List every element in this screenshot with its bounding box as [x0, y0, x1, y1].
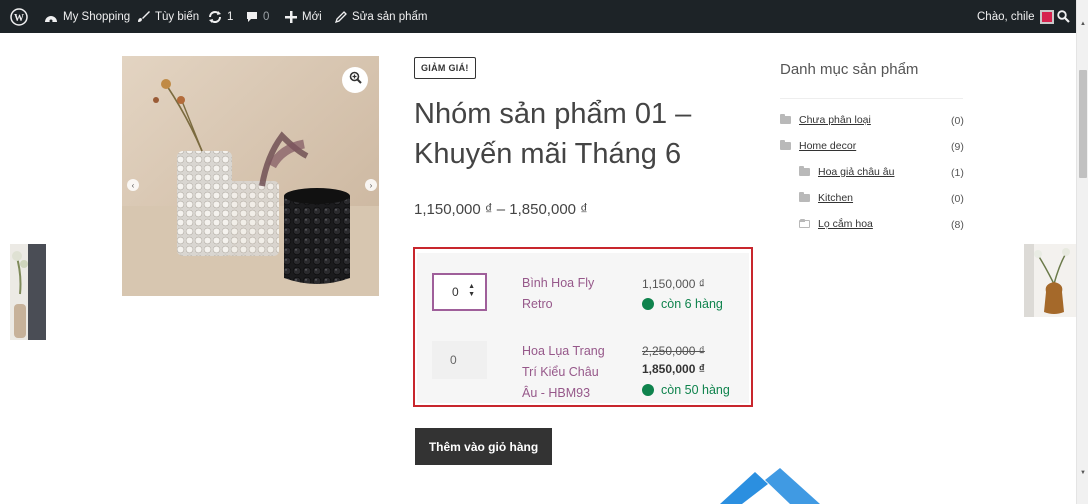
category-item[interactable]: Lọ cắm hoa	[799, 218, 873, 230]
smiley-icon	[642, 384, 654, 396]
folder-icon	[799, 166, 810, 176]
customize-label: Tùy biến	[155, 10, 200, 23]
grouped-product-table: 0 ▲ ▼ Bình Hoa Fly Retro 1,150,000 ₫ còn …	[413, 247, 753, 407]
new-content-link[interactable]: Mới	[285, 0, 322, 33]
scrollbar-thumb[interactable]	[1079, 70, 1087, 178]
zoom-icon	[349, 71, 362, 89]
greeting-label: Chào, chile	[977, 10, 1035, 23]
zoom-button[interactable]	[342, 67, 368, 93]
item-price: 2,250,000 ₫ 1,850,000 ₫	[642, 342, 705, 378]
quantity-input[interactable]: 0	[432, 341, 487, 379]
stock-status: còn 6 hàng	[642, 297, 723, 311]
quantity-value: 0	[450, 353, 457, 367]
customize-link[interactable]: Tùy biến	[137, 0, 199, 33]
category-count: (0)	[951, 115, 964, 127]
quantity-input[interactable]: 0 ▲ ▼	[432, 273, 487, 311]
next-product-thumbnail[interactable]	[1024, 244, 1076, 317]
sale-badge: GIẢM GIÁ!	[414, 57, 476, 79]
updates-count: 1	[227, 10, 234, 23]
category-item[interactable]: Hoa giả châu âu	[799, 166, 894, 178]
category-count: (8)	[951, 219, 964, 231]
page-scrollbar[interactable]: ▲ ▼	[1076, 0, 1088, 504]
pencil-icon	[335, 10, 347, 23]
add-to-cart-button[interactable]: Thêm vào giỏ hàng	[415, 428, 552, 465]
my-account-link[interactable]: Chào, chile	[977, 0, 1054, 33]
folder-icon	[780, 114, 791, 124]
quantity-value: 0	[452, 285, 459, 299]
category-count: (9)	[951, 141, 964, 153]
site-name-label: My Shopping	[63, 10, 131, 23]
category-link[interactable]: Chưa phân loại	[799, 114, 871, 126]
update-icon	[208, 10, 222, 24]
dashboard-icon	[44, 11, 58, 23]
stock-text: còn 50 hàng	[661, 383, 730, 397]
price-range: 1,150,000 ₫ – 1,850,000 ₫	[414, 201, 588, 218]
sidebar-title: Danh mục sản phẩm	[780, 61, 919, 78]
category-item[interactable]: Kitchen	[799, 192, 853, 204]
category-count: (1)	[951, 167, 964, 179]
watermark-chevron-icon	[680, 462, 880, 504]
scroll-down-arrow-icon[interactable]: ▼	[1080, 470, 1086, 476]
site-name-link[interactable]: My Shopping	[44, 0, 130, 33]
folder-icon	[799, 192, 810, 202]
category-link[interactable]: Lọ cắm hoa	[818, 218, 873, 230]
previous-product-thumbnail[interactable]	[10, 244, 46, 340]
price-value: 1,150,000 ₫	[642, 277, 705, 291]
wordpress-logo-icon[interactable]: W	[10, 0, 28, 33]
brush-icon	[137, 10, 150, 23]
quantity-spinner-icon[interactable]: ▲ ▼	[468, 283, 475, 299]
sale-price: 1,850,000 ₫	[642, 362, 705, 376]
admin-bar: W My Shopping Tùy biến 1 0 Mới Sửa sản p…	[0, 0, 1088, 33]
comments-count: 0	[263, 10, 270, 23]
item-name-line: Bình Hoa Fly	[522, 276, 595, 290]
edit-product-label: Sửa sản phẩm	[352, 10, 428, 23]
avatar	[1039, 9, 1054, 24]
folder-icon	[780, 140, 791, 150]
stock-text: còn 6 hàng	[661, 297, 723, 311]
product-main-image[interactable]	[122, 56, 379, 296]
grouped-item-name[interactable]: Bình Hoa Fly Retro	[522, 273, 594, 315]
stock-status: còn 50 hàng	[642, 383, 730, 397]
search-button[interactable]	[1057, 0, 1070, 33]
updates-link[interactable]: 1	[208, 0, 233, 33]
category-link[interactable]: Hoa giả châu âu	[818, 166, 894, 178]
svg-text:W: W	[14, 13, 24, 24]
scroll-up-arrow-icon[interactable]: ▲	[1080, 21, 1086, 27]
chevron-left-icon: ‹	[131, 180, 135, 190]
plus-icon	[285, 10, 297, 23]
smiley-icon	[642, 298, 654, 310]
sidebar-divider	[780, 98, 963, 99]
comment-icon	[246, 11, 258, 23]
item-name-line: Âu - HBM93	[522, 386, 591, 400]
edit-product-link[interactable]: Sửa sản phẩm	[335, 0, 427, 33]
comments-link[interactable]: 0	[246, 0, 269, 33]
product-title: Nhóm sản phẩm 01 – Khuyến mãi Tháng 6	[414, 98, 692, 170]
chevron-right-icon: ›	[369, 180, 373, 190]
category-link[interactable]: Home decor	[799, 140, 856, 152]
regular-price: 2,250,000 ₫	[642, 344, 705, 358]
gallery-prev-arrow[interactable]: ‹	[127, 179, 139, 191]
category-count: (0)	[951, 193, 964, 205]
item-price: 1,150,000 ₫	[642, 275, 705, 293]
gallery-next-arrow[interactable]: ›	[365, 179, 377, 191]
item-name-line: Retro	[522, 297, 553, 311]
grouped-product-list: 0 ▲ ▼ Bình Hoa Fly Retro 1,150,000 ₫ còn …	[417, 253, 749, 403]
category-item[interactable]: Home decor	[780, 140, 856, 152]
folder-open-icon	[799, 219, 810, 228]
category-link[interactable]: Kitchen	[818, 192, 853, 204]
new-label: Mới	[302, 10, 322, 23]
grouped-item-name[interactable]: Hoa Lụa Trang Trí Kiểu Châu Âu - HBM93	[522, 341, 605, 404]
search-icon	[1057, 10, 1070, 23]
category-item[interactable]: Chưa phân loại	[780, 114, 871, 126]
item-name-line: Hoa Lụa Trang	[522, 344, 605, 358]
item-name-line: Trí Kiểu Châu	[522, 365, 599, 379]
